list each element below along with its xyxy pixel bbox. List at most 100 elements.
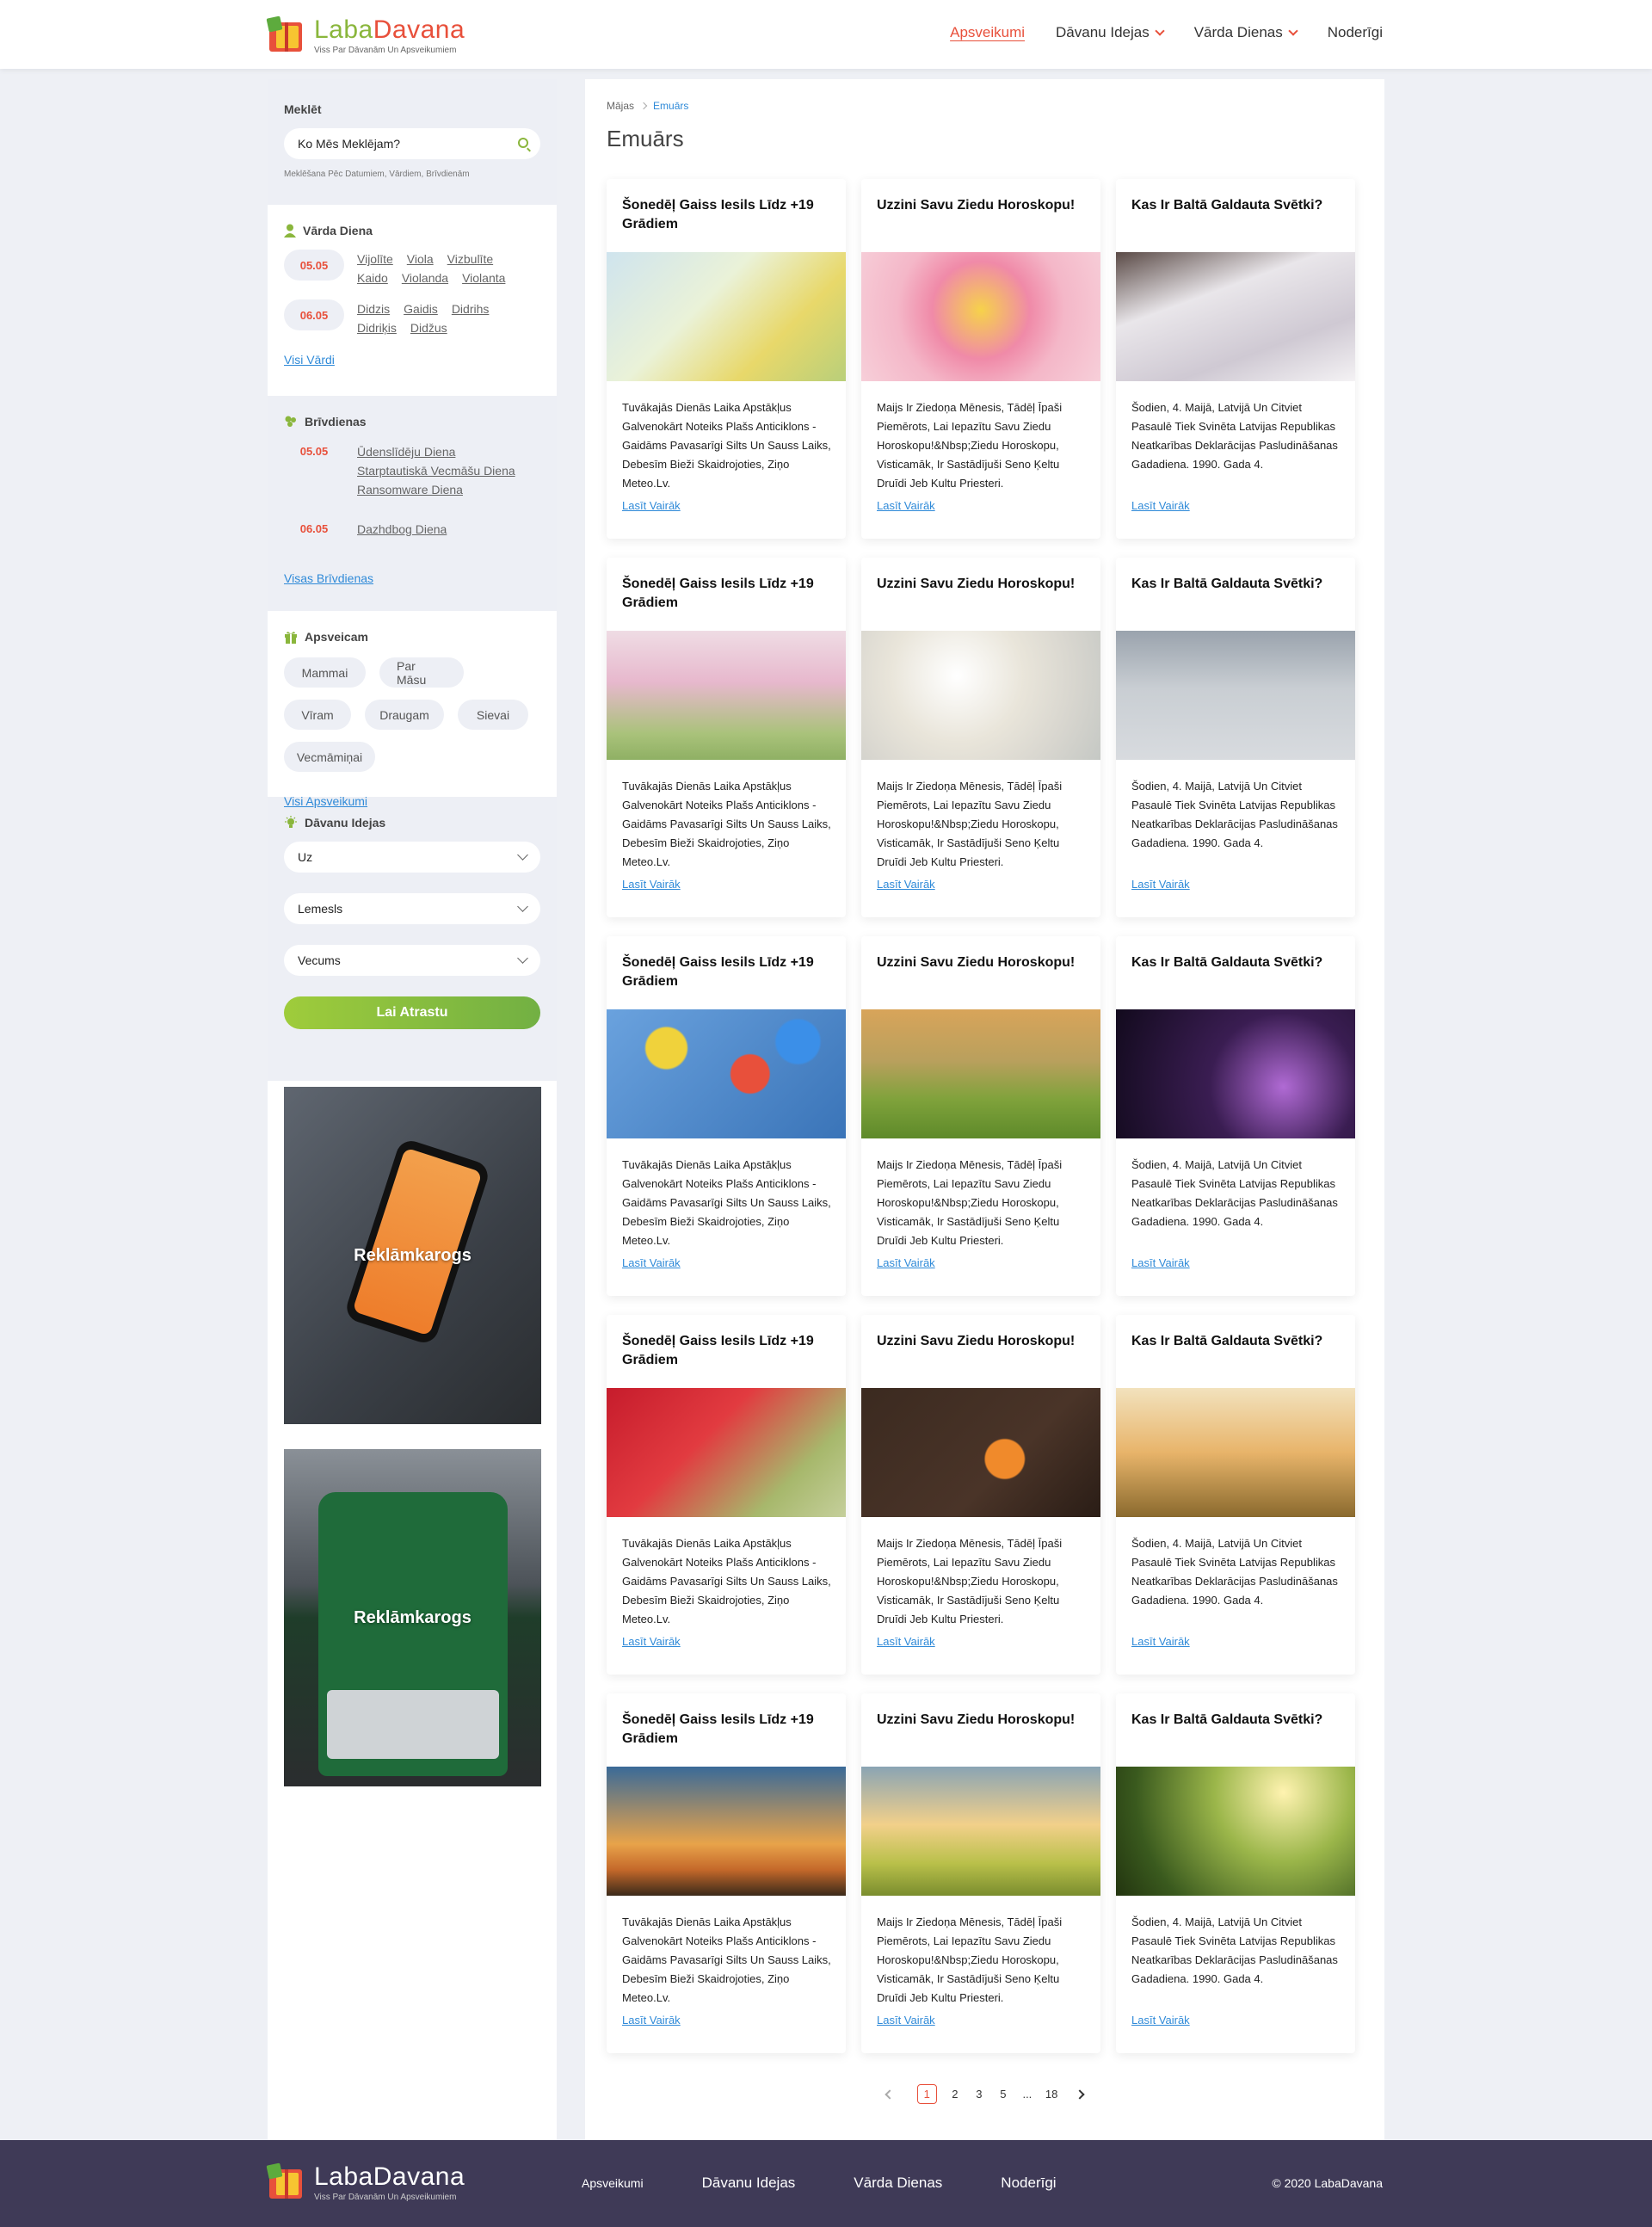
name-link[interactable]: Didžus bbox=[410, 318, 447, 337]
blog-card[interactable]: Šonedēļ Gaiss Iesils Līdz +19 Grādiem Tuv… bbox=[607, 1315, 846, 1675]
blog-card[interactable]: Kas Ir Baltā Galdauta Svētki? Šodien, 4. … bbox=[1116, 558, 1355, 917]
card-image[interactable] bbox=[607, 1009, 846, 1138]
search-input[interactable]: Ko Mēs Meklējam? bbox=[284, 128, 540, 159]
occasion-select[interactable]: Uz bbox=[284, 842, 540, 873]
card-title[interactable]: Kas Ir Baltā Galdauta Svētki? bbox=[1131, 196, 1343, 215]
reason-select[interactable]: Lemesls bbox=[284, 893, 540, 924]
page-link[interactable]: 3 bbox=[973, 2088, 985, 2101]
blog-card[interactable]: Uzzini Savu Ziedu Horoskopu! Maijs Ir Zie… bbox=[861, 1315, 1100, 1675]
footer-link[interactable]: Noderīgi bbox=[1001, 2175, 1056, 2192]
name-link[interactable]: Didriķis bbox=[357, 318, 397, 337]
read-more-link[interactable]: Lasīt Vairāk bbox=[1131, 878, 1190, 891]
name-link[interactable]: Viola bbox=[407, 250, 434, 268]
breadcrumb-home[interactable]: Mājas bbox=[607, 100, 634, 112]
card-image[interactable] bbox=[1116, 631, 1355, 760]
name-link[interactable]: Vijolīte bbox=[357, 250, 393, 268]
page-link[interactable]: 18 bbox=[1045, 2088, 1057, 2101]
card-title[interactable]: Uzzini Savu Ziedu Horoskopu! bbox=[877, 196, 1088, 215]
card-title[interactable]: Uzzini Savu Ziedu Horoskopu! bbox=[877, 1711, 1088, 1730]
card-image[interactable] bbox=[607, 631, 846, 760]
blog-card[interactable]: Šonedēļ Gaiss Iesils Līdz +19 Grādiem Tuv… bbox=[607, 179, 846, 539]
blog-card[interactable]: Šonedēļ Gaiss Iesils Līdz +19 Grādiem Tuv… bbox=[607, 936, 846, 1296]
ad-banner[interactable]: Reklāmkarogs bbox=[284, 1087, 541, 1424]
all-greetings-link[interactable]: Visi Apsveikumi bbox=[284, 794, 367, 808]
blog-card[interactable]: Kas Ir Baltā Galdauta Svētki? Šodien, 4. … bbox=[1116, 179, 1355, 539]
card-title[interactable]: Šonedēļ Gaiss Iesils Līdz +19 Grādiem bbox=[622, 1332, 834, 1370]
card-image[interactable] bbox=[861, 252, 1100, 381]
read-more-link[interactable]: Lasīt Vairāk bbox=[877, 1635, 935, 1648]
card-image[interactable] bbox=[607, 252, 846, 381]
read-more-link[interactable]: Lasīt Vairāk bbox=[1131, 2014, 1190, 2027]
card-image[interactable] bbox=[861, 1767, 1100, 1896]
ad-banner[interactable]: Reklāmkarogs bbox=[284, 1449, 541, 1786]
chip-viram[interactable]: Vīram bbox=[284, 700, 351, 730]
read-more-link[interactable]: Lasīt Vairāk bbox=[622, 2014, 681, 2027]
chip-sievai[interactable]: Sievai bbox=[458, 700, 528, 730]
footer-logo[interactable]: LabaDavana Viss Par Dāvanām Un Apsveikum… bbox=[266, 2162, 465, 2202]
read-more-link[interactable]: Lasīt Vairāk bbox=[1131, 1256, 1190, 1269]
next-page-icon[interactable] bbox=[1075, 2088, 1086, 2100]
card-image[interactable] bbox=[861, 1388, 1100, 1517]
read-more-link[interactable]: Lasīt Vairāk bbox=[622, 499, 681, 512]
card-title[interactable]: Kas Ir Baltā Galdauta Svētki? bbox=[1131, 1711, 1343, 1730]
card-title[interactable]: Šonedēļ Gaiss Iesils Līdz +19 Grādiem bbox=[622, 953, 834, 991]
blog-card[interactable]: Kas Ir Baltā Galdauta Svētki? Šodien, 4. … bbox=[1116, 936, 1355, 1296]
card-title[interactable]: Šonedēļ Gaiss Iesils Līdz +19 Grādiem bbox=[622, 1711, 834, 1749]
card-title[interactable]: Uzzini Savu Ziedu Horoskopu! bbox=[877, 953, 1088, 972]
name-link[interactable]: Violanta bbox=[462, 268, 505, 287]
card-title[interactable]: Kas Ir Baltā Galdauta Svētki? bbox=[1131, 1332, 1343, 1351]
blog-card[interactable]: Šonedēļ Gaiss Iesils Līdz +19 Grādiem Tuv… bbox=[607, 1693, 846, 2053]
card-image[interactable] bbox=[1116, 252, 1355, 381]
card-title[interactable]: Kas Ir Baltā Galdauta Svētki? bbox=[1131, 575, 1343, 594]
blog-card[interactable]: Šonedēļ Gaiss Iesils Līdz +19 Grādiem Tuv… bbox=[607, 558, 846, 917]
name-link[interactable]: Vizbulīte bbox=[447, 250, 493, 268]
page-link[interactable]: 1 bbox=[916, 2084, 937, 2104]
card-image[interactable] bbox=[861, 631, 1100, 760]
blog-card[interactable]: Kas Ir Baltā Galdauta Svētki? Šodien, 4. … bbox=[1116, 1315, 1355, 1675]
chip-mammai[interactable]: Mammai bbox=[284, 657, 366, 688]
read-more-link[interactable]: Lasīt Vairāk bbox=[877, 878, 935, 891]
card-image[interactable] bbox=[607, 1767, 846, 1896]
prev-page-icon[interactable] bbox=[884, 2088, 895, 2100]
card-title[interactable]: Šonedēļ Gaiss Iesils Līdz +19 Grādiem bbox=[622, 196, 834, 234]
blog-card[interactable]: Uzzini Savu Ziedu Horoskopu! Maijs Ir Zie… bbox=[861, 936, 1100, 1296]
holiday-link[interactable]: Ransomware Diena bbox=[357, 480, 515, 499]
card-title[interactable]: Uzzini Savu Ziedu Horoskopu! bbox=[877, 575, 1088, 594]
read-more-link[interactable]: Lasīt Vairāk bbox=[1131, 499, 1190, 512]
chip-draugam[interactable]: Draugam bbox=[365, 700, 444, 730]
read-more-link[interactable]: Lasīt Vairāk bbox=[622, 878, 681, 891]
blog-card[interactable]: Uzzini Savu Ziedu Horoskopu! Maijs Ir Zie… bbox=[861, 558, 1100, 917]
read-more-link[interactable]: Lasīt Vairāk bbox=[877, 499, 935, 512]
card-title[interactable]: Šonedēļ Gaiss Iesils Līdz +19 Grādiem bbox=[622, 575, 834, 613]
nav-item-noderigi[interactable]: Noderīgi bbox=[1328, 24, 1383, 41]
name-link[interactable]: Gaidis bbox=[404, 299, 438, 318]
read-more-link[interactable]: Lasīt Vairāk bbox=[1131, 1635, 1190, 1648]
search-icon[interactable] bbox=[518, 138, 528, 148]
read-more-link[interactable]: Lasīt Vairāk bbox=[877, 2014, 935, 2027]
name-link[interactable]: Kaido bbox=[357, 268, 388, 287]
blog-card[interactable]: Uzzini Savu Ziedu Horoskopu! Maijs Ir Zie… bbox=[861, 179, 1100, 539]
card-title[interactable]: Kas Ir Baltā Galdauta Svētki? bbox=[1131, 953, 1343, 972]
nav-item-davanu-idejas[interactable]: Dāvanu Idejas bbox=[1056, 24, 1165, 41]
footer-link[interactable]: Dāvanu Idejas bbox=[702, 2175, 796, 2192]
chip-par-masu[interactable]: Par Māsu bbox=[379, 657, 464, 688]
card-image[interactable] bbox=[861, 1009, 1100, 1138]
card-image[interactable] bbox=[607, 1388, 846, 1517]
card-image[interactable] bbox=[1116, 1388, 1355, 1517]
all-names-link[interactable]: Visi Vārdi bbox=[284, 353, 335, 367]
read-more-link[interactable]: Lasīt Vairāk bbox=[622, 1635, 681, 1648]
chip-vecmaminai[interactable]: Vecmāmiņai bbox=[284, 742, 375, 772]
holiday-link[interactable]: Ūdenslīdēju Diena bbox=[357, 442, 515, 461]
blog-card[interactable]: Kas Ir Baltā Galdauta Svētki? Šodien, 4. … bbox=[1116, 1693, 1355, 2053]
card-title[interactable]: Uzzini Savu Ziedu Horoskopu! bbox=[877, 1332, 1088, 1351]
page-link[interactable]: 2 bbox=[949, 2088, 961, 2101]
card-image[interactable] bbox=[1116, 1767, 1355, 1896]
name-link[interactable]: Didrihs bbox=[452, 299, 490, 318]
nav-item-apsveikumi[interactable]: Apsveikumi bbox=[950, 24, 1025, 41]
name-link[interactable]: Didzis bbox=[357, 299, 390, 318]
name-link[interactable]: Violanda bbox=[402, 268, 448, 287]
read-more-link[interactable]: Lasīt Vairāk bbox=[622, 1256, 681, 1269]
read-more-link[interactable]: Lasīt Vairāk bbox=[877, 1256, 935, 1269]
card-image[interactable] bbox=[1116, 1009, 1355, 1138]
holiday-link[interactable]: Dazhdbog Diena bbox=[357, 520, 447, 539]
